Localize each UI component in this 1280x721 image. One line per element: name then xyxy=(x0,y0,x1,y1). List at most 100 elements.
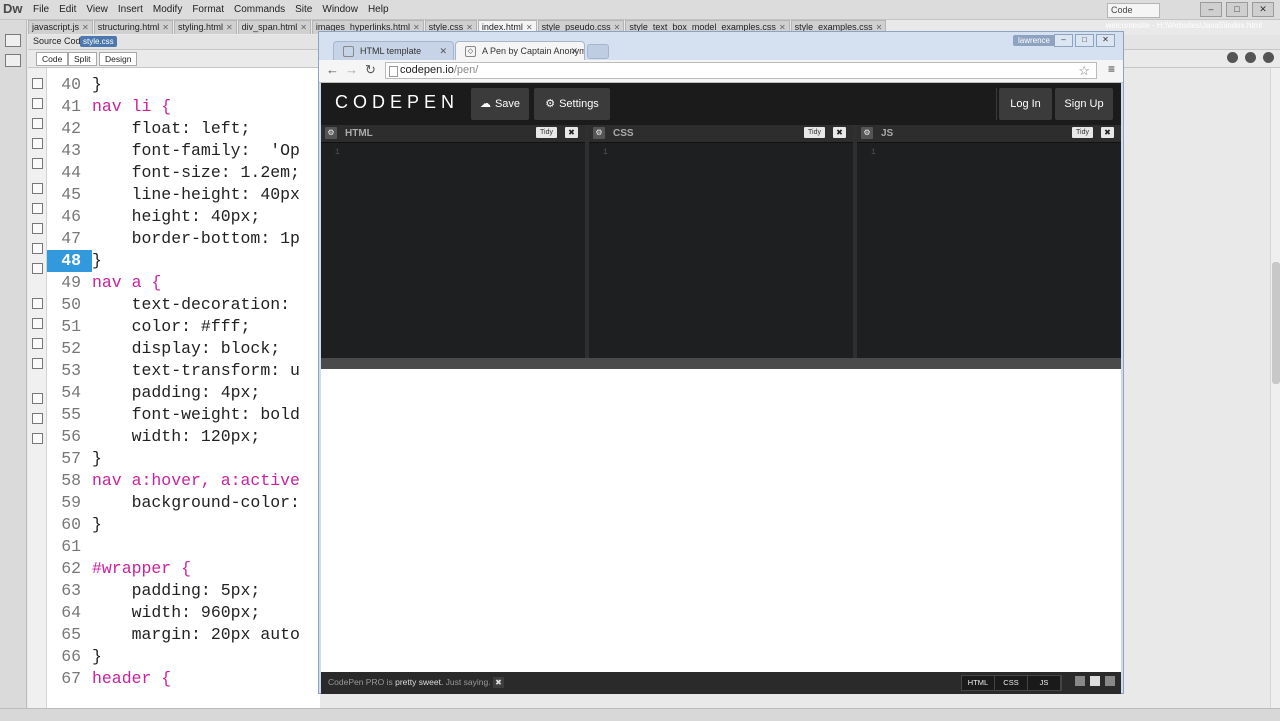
minimize-icon[interactable]: – xyxy=(1200,2,1222,17)
save-button[interactable]: ☁ Save xyxy=(471,88,529,120)
code-line[interactable]: 54 padding: 4px; xyxy=(47,382,320,404)
profile-badge[interactable]: lawrence xyxy=(1012,35,1055,46)
auto-indent-icon[interactable] xyxy=(32,243,43,254)
codepen-logo[interactable]: CODEPEN xyxy=(335,92,459,113)
code-line[interactable]: 62 #wrapper { xyxy=(47,558,320,580)
line-numbers-icon[interactable] xyxy=(32,183,43,194)
resize-handle[interactable] xyxy=(321,358,1121,369)
login-button[interactable]: Log In xyxy=(999,88,1052,120)
design-view-button[interactable]: Design xyxy=(99,52,138,66)
menu-insert[interactable]: Insert xyxy=(113,0,148,19)
code-line[interactable]: 51 color: #fff; xyxy=(47,316,320,338)
outdent-icon[interactable] xyxy=(32,413,43,424)
close-icon[interactable]: ✕ xyxy=(439,42,447,60)
refresh-icon[interactable] xyxy=(1263,52,1274,63)
code-line[interactable]: 42 float: left; xyxy=(47,118,320,140)
close-icon[interactable]: ✖ xyxy=(1101,127,1114,138)
toggle-js-button[interactable]: JS xyxy=(1028,676,1061,690)
code-line[interactable]: 67 header { xyxy=(47,668,320,690)
back-arrow-icon[interactable]: ← xyxy=(326,62,339,77)
maximize-icon[interactable]: □ xyxy=(1075,34,1094,47)
gear-icon[interactable]: ⚙ xyxy=(325,127,337,139)
close-icon[interactable]: ✕ xyxy=(162,23,169,32)
gear-icon[interactable]: ⚙ xyxy=(861,127,873,139)
browser-menu-icon[interactable]: ≡ xyxy=(1108,62,1115,76)
close-icon[interactable]: ✕ xyxy=(300,23,307,32)
expand-icon[interactable] xyxy=(32,118,43,129)
tidy-button[interactable]: Tidy xyxy=(1072,127,1093,138)
settings-button[interactable]: ⚙ Settings xyxy=(534,88,610,120)
code-line[interactable]: 40} xyxy=(47,74,320,96)
doc-tab[interactable]: styling.html ✕ xyxy=(173,20,237,34)
collapse-icon[interactable] xyxy=(32,98,43,109)
menu-commands[interactable]: Commands xyxy=(229,0,290,19)
close-icon[interactable]: ✕ xyxy=(1252,2,1274,17)
layout-top-icon[interactable] xyxy=(1090,676,1100,686)
syntax-coloring-icon[interactable] xyxy=(32,223,43,234)
code-line[interactable]: 45 line-height: 40px xyxy=(47,184,320,206)
code-line[interactable]: 47 border-bottom: 1p xyxy=(47,228,320,250)
new-tab-button[interactable] xyxy=(587,44,609,59)
gear-icon[interactable]: ⚙ xyxy=(593,127,605,139)
menu-help[interactable]: Help xyxy=(363,0,394,19)
code-line[interactable]: 59 background-color: xyxy=(47,492,320,514)
code-scrollbar[interactable] xyxy=(1270,68,1280,708)
close-icon[interactable]: ✕ xyxy=(226,23,233,32)
menu-file[interactable]: File xyxy=(28,0,54,19)
browser-tab-html-template[interactable]: HTML template ✕ xyxy=(333,41,454,60)
close-icon[interactable]: ✖ xyxy=(565,127,578,138)
code-line[interactable]: 63 padding: 5px; xyxy=(47,580,320,602)
css-editor[interactable]: ⚙ CSS Tidy ✖ 1 xyxy=(589,125,853,358)
close-icon[interactable]: ✕ xyxy=(1096,34,1115,47)
minimize-icon[interactable]: – xyxy=(1054,34,1073,47)
settings-icon[interactable] xyxy=(1245,52,1256,63)
workspace-select[interactable]: Code xyxy=(1107,3,1160,18)
close-icon[interactable]: ✕ xyxy=(570,42,578,60)
menu-modify[interactable]: Modify xyxy=(148,0,187,19)
code-line[interactable]: 58 nav a:hover, a:active xyxy=(47,470,320,492)
menu-edit[interactable]: Edit xyxy=(54,0,81,19)
tool-icon[interactable] xyxy=(5,54,21,67)
address-bar[interactable]: codepen.io/pen/ ☆ xyxy=(385,62,1097,79)
code-line[interactable]: 44 font-size: 1.2em; xyxy=(47,162,320,184)
tool-icon[interactable] xyxy=(5,34,21,47)
balance-braces-icon[interactable] xyxy=(32,158,43,169)
recent-snippets-icon[interactable] xyxy=(32,358,43,369)
split-view-button[interactable]: Split xyxy=(68,52,97,66)
code-line-current[interactable]: 48} xyxy=(47,250,320,272)
open-documents-icon[interactable] xyxy=(32,78,43,89)
code-line[interactable]: 60} xyxy=(47,514,320,536)
doc-tab[interactable]: javascript.js ✕ xyxy=(28,20,93,34)
doc-tab[interactable]: div_span.html ✕ xyxy=(237,20,311,34)
close-icon[interactable]: ✕ xyxy=(82,23,89,32)
code-line[interactable]: 64 width: 960px; xyxy=(47,602,320,624)
code-line[interactable]: 57} xyxy=(47,448,320,470)
source-code-label[interactable]: Source Code xyxy=(33,36,86,46)
code-line[interactable]: 50 text-decoration: xyxy=(47,294,320,316)
code-line[interactable]: 46 height: 40px; xyxy=(47,206,320,228)
highlight-invalid-icon[interactable] xyxy=(32,203,43,214)
html-editor[interactable]: ⚙ HTML Tidy ✖ 1 xyxy=(321,125,585,358)
toggle-css-button[interactable]: CSS xyxy=(995,676,1028,690)
menu-view[interactable]: View xyxy=(81,0,113,19)
indent-icon[interactable] xyxy=(32,393,43,404)
menu-format[interactable]: Format xyxy=(187,0,229,19)
code-line[interactable]: 66} xyxy=(47,646,320,668)
js-editor[interactable]: ⚙ JS Tidy ✖ 1 xyxy=(857,125,1121,358)
close-icon[interactable]: ✖ xyxy=(833,127,846,138)
bookmark-star-icon[interactable]: ☆ xyxy=(1078,63,1090,78)
workspace-switcher[interactable]: Code xyxy=(1107,3,1160,18)
select-parent-icon[interactable] xyxy=(32,138,43,149)
forward-arrow-icon[interactable]: → xyxy=(345,62,358,77)
comment-icon[interactable] xyxy=(32,298,43,309)
globe-icon[interactable] xyxy=(1227,52,1238,63)
related-file-chip[interactable]: style.css xyxy=(80,36,117,47)
code-line[interactable]: 49 nav a { xyxy=(47,272,320,294)
code-line[interactable]: 56 width: 120px; xyxy=(47,426,320,448)
doc-tab[interactable]: structuring.html ✕ xyxy=(93,20,173,34)
reload-icon[interactable]: ↻ xyxy=(365,62,376,78)
toggle-html-button[interactable]: HTML xyxy=(962,676,995,690)
code-line[interactable]: 55 font-weight: bold xyxy=(47,404,320,426)
layout-right-icon[interactable] xyxy=(1105,676,1115,686)
tidy-button[interactable]: Tidy xyxy=(804,127,825,138)
